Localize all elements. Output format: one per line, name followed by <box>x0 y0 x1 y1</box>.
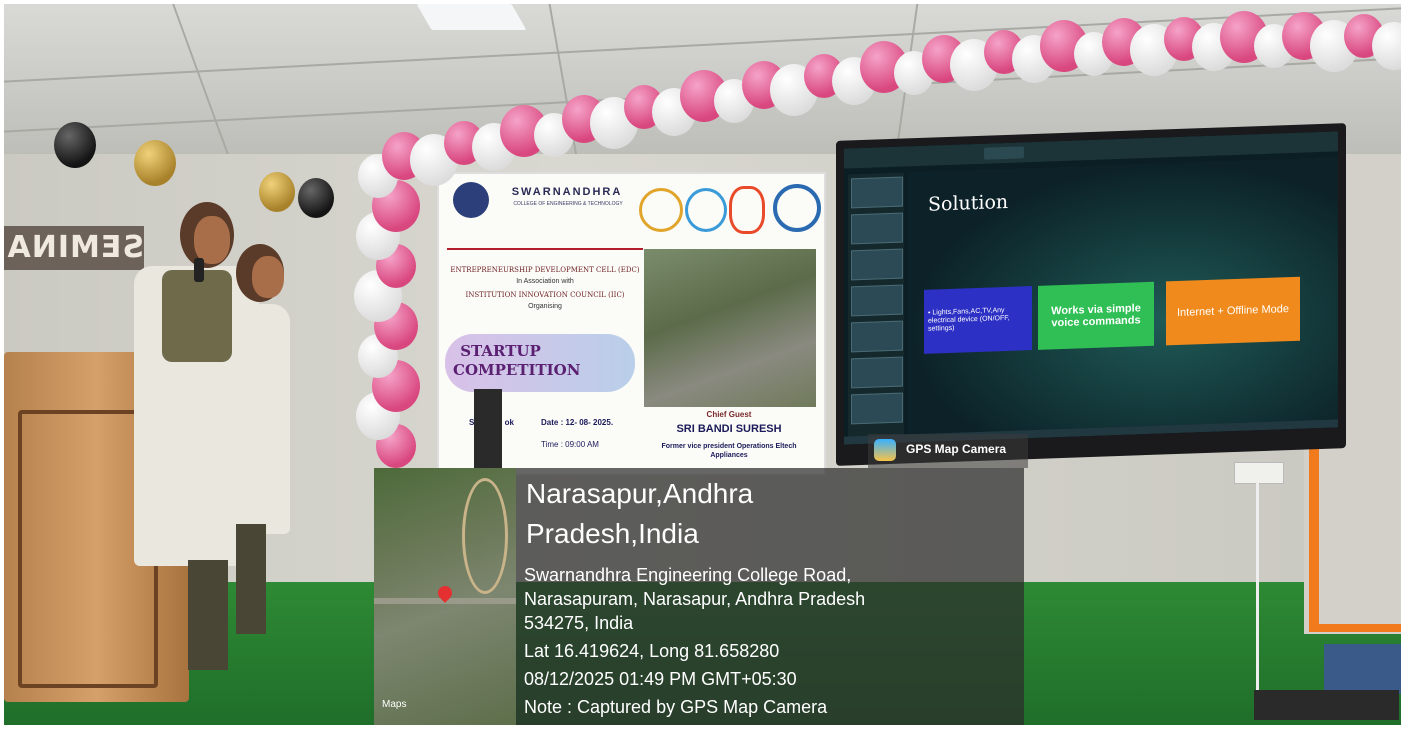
student-legs <box>236 524 266 634</box>
student-standing <box>244 304 290 534</box>
slide-title: Solution <box>928 190 1009 216</box>
gps-address-line3: 534275, India <box>524 613 634 633</box>
gps-coordinates: Lat 16.419624, Long 81.658280 <box>524 641 780 661</box>
slide-thumbnail <box>851 284 903 317</box>
gps-address-line1: Swarnandhra Engineering College Road, <box>524 565 852 585</box>
speaker-vest <box>162 270 232 362</box>
slide-card-offline: Internet + Offline Mode <box>1166 276 1300 346</box>
maps-label: Maps <box>382 699 407 710</box>
microphone <box>194 258 204 282</box>
current-slide: Solution • Lights,Fans,AC,TV,Any electri… <box>908 157 1338 435</box>
gps-city: Narasapur,Andhra Pradesh,India <box>526 478 754 549</box>
slide-thumbnail <box>851 248 903 281</box>
keyboard <box>1254 690 1399 720</box>
slide-thumbnail <box>851 356 903 389</box>
banner-association: In Association with <box>516 278 574 285</box>
gps-datetime: 08/12/2025 01:49 PM GMT+05:30 <box>524 669 797 689</box>
gps-camera-icon <box>874 439 896 461</box>
slide-card-voice: Works via simple voice commands <box>1038 281 1154 350</box>
startup-competition-title: STARTUP COMPETITION <box>453 342 581 379</box>
banner-date: Date : 12- 08- 2025. <box>541 418 614 427</box>
gold-balloon <box>259 172 295 212</box>
power-socket <box>1234 462 1284 484</box>
gps-address-line2: Narasapuram, Narasapur, Andhra Pradesh <box>524 589 866 609</box>
student-face <box>252 256 284 298</box>
map-track-feature <box>462 478 508 594</box>
slide-thumbnails <box>848 172 904 437</box>
chief-guest-label: Chief Guest <box>706 410 752 419</box>
cable <box>1256 482 1259 702</box>
banner-college-subtitle: COLLEGE OF ENGINEERING & TECHNOLOGY <box>513 201 623 207</box>
nba-logo <box>773 184 821 232</box>
tv-screen: Solution • Lights,Fans,AC,TV,Any electri… <box>844 131 1338 445</box>
ceiling-light <box>416 4 527 30</box>
banner-edc: ENTREPRENEURSHIP DEVELOPMENT CELL (EDC) <box>450 266 640 274</box>
slide-thumbnail <box>851 392 903 425</box>
banner-iic: INSTITUTION INNOVATION COUNCIL (IIC) <box>465 291 625 299</box>
chief-guest-role: Former vice president Operations Eltech … <box>661 443 797 459</box>
college-logo <box>453 182 489 218</box>
slide-thumbnail <box>851 212 903 245</box>
event-photo: SEMINAR H SWARNANDHRA COLLEGE OF ENGINEE… <box>4 4 1401 725</box>
seminar-hall-sign: SEMINAR H <box>4 226 144 270</box>
gold-balloon <box>134 140 176 186</box>
slide-counter <box>984 146 1024 160</box>
slide-card-devices: • Lights,Fans,AC,TV,Any electrical devic… <box>924 286 1032 354</box>
black-balloon <box>54 122 96 168</box>
banner-organising: Organising <box>528 303 562 310</box>
slide-thumbnail <box>851 320 903 353</box>
blue-wall-base <box>1324 644 1401 694</box>
gps-app-name: GPS Map Camera <box>906 442 1007 456</box>
campus-aerial-photo <box>644 249 816 407</box>
slide-thumbnail <box>851 176 903 209</box>
orange-wall-trim <box>1309 444 1401 632</box>
ceiling-tile-line <box>172 4 238 179</box>
chief-guest-name: SRI BANDI SURESH <box>676 423 782 435</box>
partner-logo <box>685 188 727 232</box>
partner-logo <box>639 188 683 232</box>
banner-time: Time : 09:00 AM <box>541 440 599 449</box>
smart-tv-display: Solution • Lights,Fans,AC,TV,Any electri… <box>836 123 1346 466</box>
speaker-legs <box>188 560 228 670</box>
black-balloon <box>298 178 334 218</box>
banner-divider <box>447 248 643 250</box>
gps-note: Note : Captured by GPS Map Camera <box>524 697 828 717</box>
partner-logo <box>729 186 765 234</box>
banner-college-name: SWARNANDHRA <box>511 186 623 198</box>
speaker-face <box>194 216 230 264</box>
